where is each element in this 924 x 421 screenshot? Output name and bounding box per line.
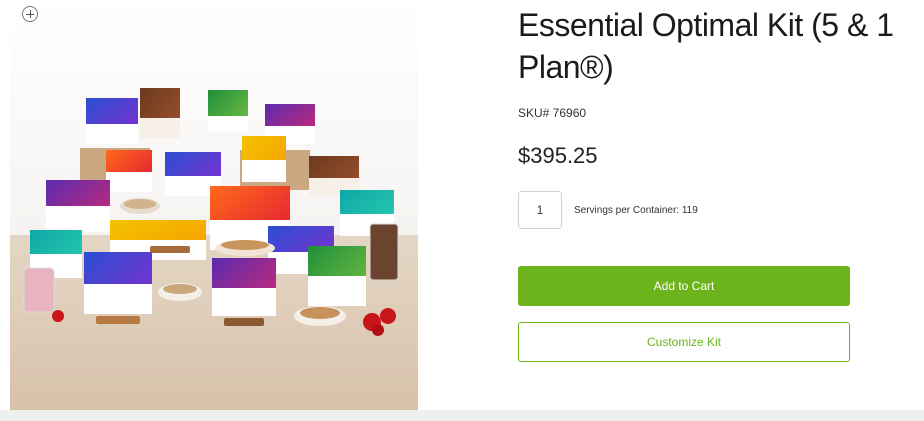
product-price: $395.25 [518, 143, 598, 168]
customize-kit-button[interactable]: Customize Kit [518, 322, 850, 362]
product-sku: SKU# 76960 [518, 106, 587, 120]
product-photo [10, 0, 418, 410]
add-to-cart-button[interactable]: Add to Cart [518, 266, 850, 306]
product-page: Essential Optimal Kit (5 & 1 Plan®) SKU#… [0, 0, 924, 410]
product-image[interactable] [10, 0, 418, 410]
page-bottom-strip [0, 410, 924, 421]
product-title: Essential Optimal Kit (5 & 1 Plan®) [518, 7, 894, 85]
servings-per-container: Servings per Container: 119 [574, 205, 698, 216]
quantity-input[interactable]: 1 [518, 191, 562, 229]
zoom-in-icon[interactable] [22, 6, 38, 22]
